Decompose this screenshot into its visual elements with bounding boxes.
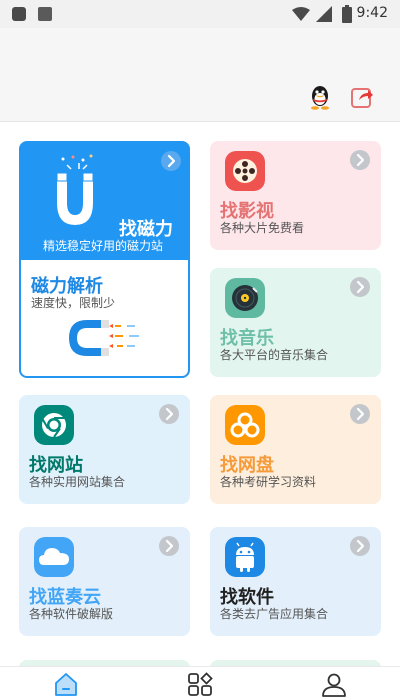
chevron-right-icon: [165, 407, 174, 421]
signal-icon: [316, 6, 332, 22]
app-notification-icon: [38, 7, 52, 21]
share-icon[interactable]: [350, 84, 374, 110]
websites-card[interactable]: 找网站 各种实用网站集合: [19, 395, 190, 504]
android-icon: [225, 537, 265, 577]
magnet-icon: [56, 154, 94, 225]
grid-icon[interactable]: [186, 671, 214, 697]
movies-subtitle: 各种大片免费看: [220, 221, 305, 235]
status-bar: 9:42: [0, 0, 400, 28]
vinyl-record-icon: [225, 278, 265, 318]
chevron-right-icon: [356, 153, 365, 167]
software-subtitle: 各类去广告应用集合: [220, 607, 329, 621]
chevron-right-icon: [356, 407, 365, 421]
cloud-flower-icon: [225, 405, 265, 445]
magnet-card[interactable]: 找磁力 精选稳定好用的磁力站 磁力解析 速度快，限制少: [19, 141, 190, 378]
chevron-right-icon: [356, 539, 365, 553]
software-card[interactable]: 找软件 各类去广告应用集合: [210, 527, 381, 636]
magnet-card-arrow[interactable]: [161, 151, 181, 171]
magnet-parse-section[interactable]: 磁力解析 速度快，限制少: [21, 260, 188, 376]
chevron-right-icon: [165, 539, 174, 553]
cloud-icon: [34, 537, 74, 577]
websites-subtitle: 各种实用网站集合: [29, 475, 126, 489]
websites-card-arrow[interactable]: [159, 404, 179, 424]
movies-card[interactable]: 找影视 各种大片免费看: [210, 141, 381, 250]
music-subtitle: 各大平台的音乐集合: [220, 348, 329, 362]
netdisk-card[interactable]: 找网盘 各种考研学习资料: [210, 395, 381, 504]
chrome-icon: [34, 405, 74, 445]
movies-card-arrow[interactable]: [350, 150, 370, 170]
lanzou-subtitle: 各种软件破解版: [29, 607, 114, 621]
user-icon[interactable]: [320, 671, 348, 697]
magnet-card-subtitle: 精选稳定好用的磁力站: [43, 239, 164, 253]
horseshoe-magnet-icon: [69, 320, 139, 356]
qq-icon[interactable]: [308, 84, 332, 110]
film-reel-icon: [225, 151, 265, 191]
chevron-right-icon: [167, 154, 176, 168]
music-card[interactable]: 找音乐 各大平台的音乐集合: [210, 268, 381, 377]
status-time: 9:42: [356, 5, 388, 21]
music-card-arrow[interactable]: [350, 277, 370, 297]
battery-icon: [342, 5, 352, 23]
home-icon[interactable]: [52, 671, 80, 697]
chevron-right-icon: [356, 280, 365, 294]
lanzou-card-arrow[interactable]: [159, 536, 179, 556]
app-header: [0, 28, 400, 122]
notification-icon: [12, 7, 26, 21]
netdisk-subtitle: 各种考研学习资料: [220, 475, 317, 489]
bottom-nav: [0, 666, 400, 700]
lanzou-card[interactable]: 找蓝奏云 各种软件破解版: [19, 527, 190, 636]
wifi-icon: [292, 7, 310, 21]
magnet-parse-subtitle: 速度快，限制少: [31, 296, 116, 310]
netdisk-card-arrow[interactable]: [350, 404, 370, 424]
software-card-arrow[interactable]: [350, 536, 370, 556]
